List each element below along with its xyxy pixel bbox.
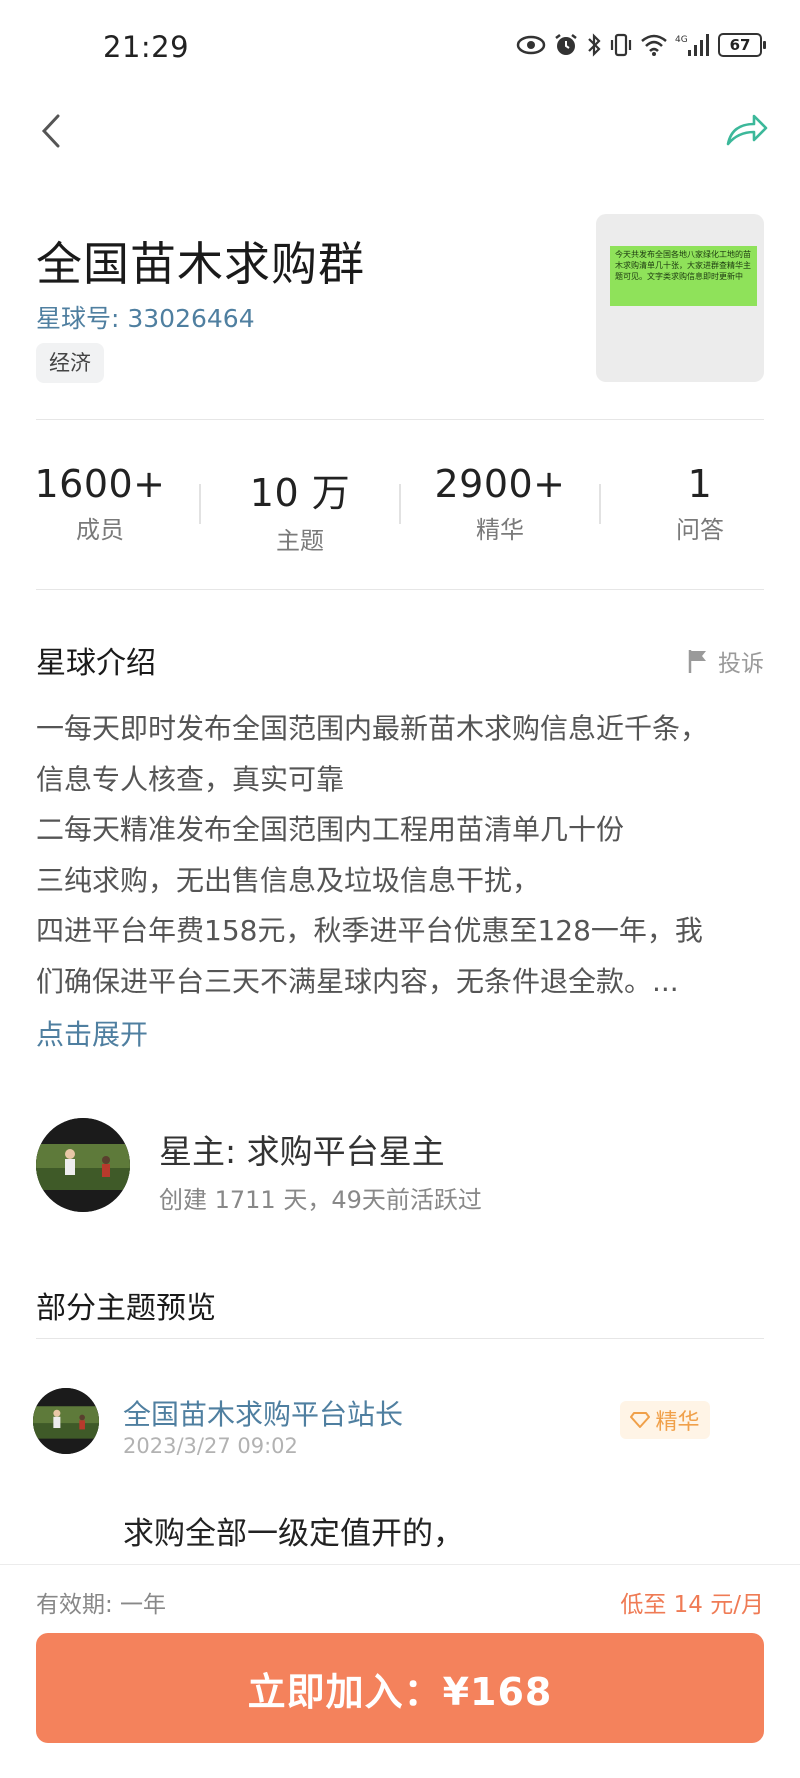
divider bbox=[36, 589, 764, 590]
stat-value: 2900+ bbox=[434, 462, 566, 506]
group-cover-image: 今天共发布全国各地八家绿化工地的苗木求购清单几十张，大家进群查精华主题可见。文字… bbox=[596, 214, 764, 382]
join-button[interactable]: 立即加入：¥168 bbox=[36, 1633, 764, 1743]
intro-line: 三纯求购，无出售信息及垃圾信息干扰， bbox=[36, 863, 541, 897]
preview-title: 部分主题预览 bbox=[36, 1291, 216, 1326]
essence-badge: 精华 bbox=[620, 1401, 710, 1439]
battery-indicator: 67 bbox=[718, 33, 766, 57]
back-button[interactable] bbox=[36, 108, 76, 154]
flag-icon bbox=[688, 650, 706, 673]
intro-line: 们确保进平台三天不满星球内容，无条件退全款。... bbox=[36, 964, 679, 998]
status-time: 21:29 bbox=[103, 30, 190, 64]
stat-topics[interactable]: 10 万 主题 bbox=[200, 462, 400, 556]
validity-text: 有效期: 一年 bbox=[36, 1592, 167, 1618]
intro-line: 四进平台年费158元，秋季进平台优惠至128一年，我 bbox=[36, 914, 703, 947]
diamond-icon bbox=[630, 1412, 651, 1428]
post-author[interactable]: 全国苗木求购平台站长 bbox=[123, 1393, 403, 1433]
avatar-photo bbox=[33, 1388, 99, 1454]
post-time: 2023/3/27 09:02 bbox=[123, 1434, 298, 1458]
intro-title: 星球介绍 bbox=[36, 646, 156, 681]
group-title: 全国苗木求购群 bbox=[36, 237, 365, 291]
stat-label: 精华 bbox=[476, 516, 524, 544]
alarm-icon bbox=[555, 34, 577, 55]
badge-label: 精华 bbox=[655, 1410, 700, 1435]
stat-label: 主题 bbox=[276, 527, 324, 555]
signal-icon: 4G bbox=[675, 34, 709, 56]
intro-text: 一每天即时发布全国范围内最新苗木求购信息近千条， 信息专人核查，真实可靠 二每天… bbox=[36, 704, 766, 1007]
report-button[interactable]: 投诉 bbox=[686, 644, 764, 678]
network-type: 4G bbox=[675, 35, 688, 45]
chevron-left-icon bbox=[41, 114, 60, 148]
monthly-price: 低至 14 元/月 bbox=[620, 1592, 764, 1618]
post-body[interactable]: 求购全部一级定值开的， bbox=[123, 1508, 464, 1553]
report-label: 投诉 bbox=[718, 651, 764, 677]
stat-label: 问答 bbox=[676, 516, 724, 544]
intro-line: 信息专人核查，真实可靠 bbox=[36, 762, 345, 796]
stat-essence[interactable]: 2900+ 精华 bbox=[400, 462, 600, 545]
battery-level: 67 bbox=[729, 36, 751, 54]
divider bbox=[36, 419, 764, 420]
wifi-icon bbox=[641, 34, 667, 56]
planet-id: 星球号: 33026464 bbox=[36, 304, 255, 333]
intro-line: 一每天即时发布全国范围内最新苗木求购信息近千条， bbox=[36, 712, 709, 745]
post-author-avatar[interactable] bbox=[33, 1388, 99, 1454]
owner-avatar[interactable] bbox=[36, 1118, 130, 1212]
expand-link[interactable]: 点击展开 bbox=[36, 1013, 148, 1053]
stat-value: 1 bbox=[687, 462, 713, 506]
status-bar: 21:29 4G 67 bbox=[0, 0, 800, 100]
stat-members[interactable]: 1600+ 成员 bbox=[0, 462, 200, 545]
vibrate-icon bbox=[610, 33, 632, 57]
owner-meta: 创建 1711 天，49天前活跃过 bbox=[159, 1186, 482, 1214]
divider bbox=[36, 1338, 764, 1339]
owner-name: 星主: 求购平台星主 bbox=[159, 1132, 445, 1171]
stat-label: 成员 bbox=[76, 516, 124, 544]
cover-note: 今天共发布全国各地八家绿化工地的苗木求购清单几十张，大家进群查精华主题可见。文字… bbox=[610, 246, 757, 306]
share-button[interactable] bbox=[722, 108, 772, 154]
status-icons: 4G 67 bbox=[516, 32, 766, 58]
eye-icon bbox=[516, 35, 546, 55]
bluetooth-icon bbox=[588, 33, 601, 57]
stats-row: 1600+ 成员 10 万 主题 2900+ 精华 1 问答 bbox=[0, 462, 800, 572]
share-arrow-icon bbox=[726, 114, 768, 146]
category-tag[interactable]: 经济 bbox=[36, 343, 104, 383]
stat-value: 10 万 bbox=[249, 471, 351, 515]
avatar-photo bbox=[36, 1118, 130, 1212]
stat-qa[interactable]: 1 问答 bbox=[600, 462, 800, 545]
intro-line: 二每天精准发布全国范围内工程用苗清单几十份 bbox=[36, 813, 625, 846]
stat-value: 1600+ bbox=[34, 462, 166, 506]
